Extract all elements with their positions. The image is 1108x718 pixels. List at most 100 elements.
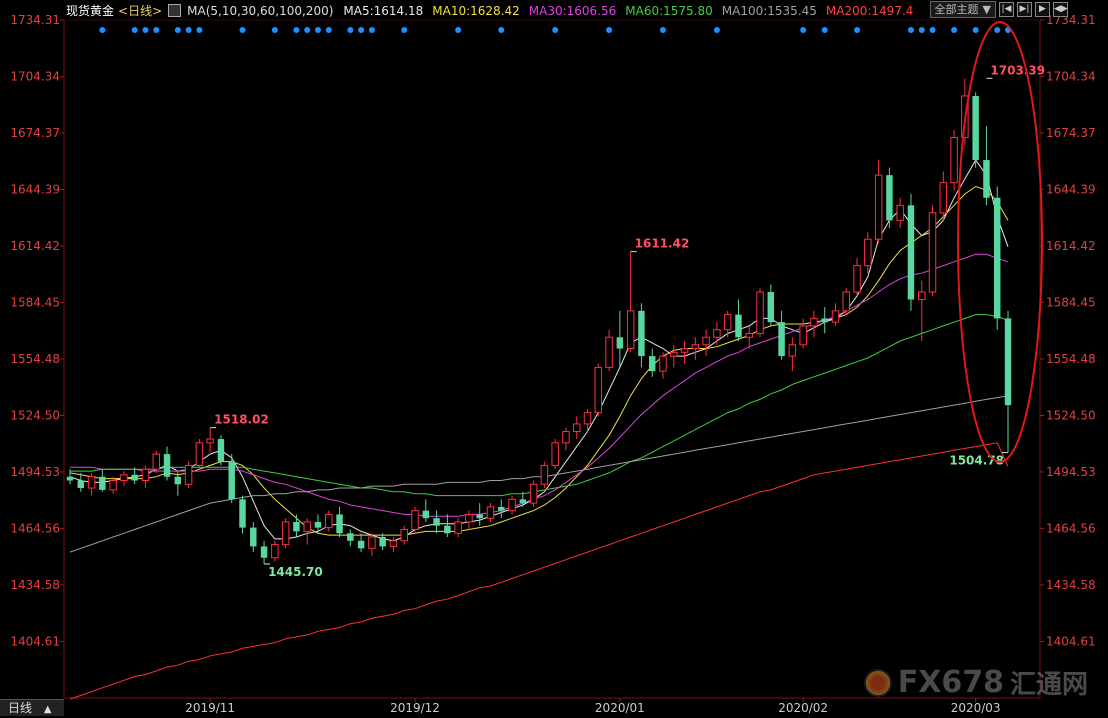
candle-body-down bbox=[778, 322, 785, 357]
candle-body-up bbox=[551, 442, 559, 466]
period-tag[interactable]: <日线> bbox=[118, 2, 162, 19]
candle-body-up bbox=[109, 479, 117, 491]
ma-settings-icon[interactable] bbox=[168, 4, 182, 17]
candle-body-up bbox=[389, 540, 398, 547]
y-tick-label-left: 1554.48 bbox=[10, 352, 60, 366]
candle-body-down bbox=[174, 476, 182, 485]
ma-value-3: MA60:1575.80 bbox=[625, 3, 713, 18]
event-dot bbox=[142, 27, 149, 33]
candle-body-up bbox=[529, 483, 538, 504]
chart-toolbar: 全部主题 ▼ |◀ ▶| ▶ ◀▶ bbox=[929, 1, 1068, 18]
event-dot bbox=[498, 27, 505, 33]
y-tick-label-left: 1584.45 bbox=[10, 295, 60, 309]
candle-body-up bbox=[303, 521, 311, 532]
candle-body-down bbox=[476, 514, 483, 519]
annotation-label: 1518.02 bbox=[214, 413, 269, 427]
ma-value-2: MA30:1606.56 bbox=[528, 3, 617, 18]
event-dot bbox=[368, 27, 375, 33]
y-tick-label-left: 1644.39 bbox=[10, 182, 60, 196]
annotation-label: 1611.42 bbox=[635, 237, 690, 251]
y-tick-label-right: 1584.45 bbox=[1046, 295, 1096, 309]
candle-body-down bbox=[767, 292, 775, 323]
candle-body-up bbox=[120, 474, 128, 481]
candle-body-up bbox=[486, 506, 495, 519]
chevron-up-icon: ▲ bbox=[43, 704, 52, 715]
annotation-label: 1703.39 bbox=[990, 63, 1045, 77]
event-dot bbox=[293, 27, 300, 33]
candle-body-down bbox=[379, 537, 386, 547]
candle-body-up bbox=[691, 344, 700, 350]
grid bbox=[63, 19, 1041, 699]
candle-body-up bbox=[605, 336, 613, 368]
y-tick-label-right: 1674.37 bbox=[1046, 126, 1096, 140]
y-tick-label-left: 1494.53 bbox=[10, 465, 60, 479]
chevron-down-icon: ▼ bbox=[982, 3, 991, 16]
candle-body-up bbox=[939, 182, 948, 214]
y-tick-label-left: 1524.50 bbox=[10, 408, 60, 422]
candle-body-up bbox=[271, 544, 279, 559]
y-tick-label-left: 1614.42 bbox=[10, 239, 60, 253]
x-tick-label: 2020/01 bbox=[595, 701, 645, 715]
candle-body-up bbox=[281, 521, 290, 546]
candlestick-chart[interactable]: 1734.31 1704.34 1674.37 1644.39 1614.42 1584.… bbox=[0, 0, 1108, 716]
y-tick-label-left: 1404.61 bbox=[10, 634, 60, 648]
event-dot bbox=[401, 27, 408, 33]
candle-body-up bbox=[195, 442, 204, 466]
candle-body-down bbox=[972, 95, 979, 161]
candle-body-down bbox=[239, 499, 246, 528]
event-dot bbox=[800, 27, 807, 33]
period-tab[interactable]: 日线 ▲ bbox=[0, 699, 64, 716]
candle-body-up bbox=[928, 212, 937, 293]
x-tick-label: 2020/03 bbox=[951, 701, 1001, 715]
candle-body-down bbox=[357, 540, 365, 549]
candle-body-down bbox=[983, 160, 990, 198]
fx678-logo-icon bbox=[863, 668, 892, 697]
candle-body-up bbox=[184, 464, 193, 485]
toolbar-button-2[interactable]: ▶| bbox=[1017, 2, 1032, 17]
event-dot bbox=[185, 27, 192, 33]
annotation-label: 1445.70 bbox=[268, 565, 323, 579]
toolbar-button-3[interactable]: ▶ bbox=[1035, 2, 1050, 17]
y-tick-label-right: 1554.48 bbox=[1046, 352, 1096, 366]
candle-body-up bbox=[508, 498, 516, 512]
candle-body-down bbox=[314, 521, 322, 528]
event-dots bbox=[99, 27, 1011, 33]
ma200-line bbox=[69, 442, 1009, 700]
theme-select[interactable]: 全部主题 ▼ bbox=[929, 1, 996, 18]
candle-body-down bbox=[821, 318, 828, 323]
candle-body-up bbox=[583, 412, 592, 425]
ma-value-1: MA10:1628.42 bbox=[432, 3, 520, 18]
candle-body-up bbox=[842, 291, 851, 312]
event-dot bbox=[659, 27, 666, 33]
candle-body-up bbox=[573, 423, 581, 432]
ma5-line bbox=[69, 159, 1009, 542]
ma-values: MA5:1614.18 MA10:1628.42 MA30:1606.56 MA60:… bbox=[343, 4, 913, 18]
candle-body-up bbox=[594, 366, 603, 414]
event-dot bbox=[552, 27, 559, 33]
candle-body-down bbox=[993, 197, 1001, 319]
ma60-line bbox=[70, 314, 1009, 497]
candle-body-down bbox=[422, 510, 430, 519]
candle-body-up bbox=[918, 291, 926, 301]
candle-body-up bbox=[465, 513, 473, 523]
ma-value-4: MA100:1535.45 bbox=[721, 3, 817, 18]
instrument-name[interactable]: 现货黄金 bbox=[66, 2, 114, 19]
event-dot bbox=[325, 27, 332, 33]
toolbar-button-4[interactable]: ◀▶ bbox=[1053, 2, 1068, 17]
x-tick-label: 2019/11 bbox=[185, 701, 235, 715]
toolbar-button-1[interactable]: |◀ bbox=[999, 2, 1014, 17]
event-dot bbox=[131, 27, 138, 33]
event-dot bbox=[951, 27, 958, 33]
candle-body-up bbox=[950, 136, 958, 184]
event-dot bbox=[271, 27, 278, 33]
candle-body-down bbox=[1004, 318, 1012, 406]
event-dot bbox=[304, 27, 311, 33]
event-dot bbox=[854, 27, 861, 33]
event-dot bbox=[174, 27, 181, 33]
y-tick-label-right: 1644.39 bbox=[1046, 182, 1096, 196]
candle-body-up bbox=[874, 174, 883, 240]
y-tick-label-right: 1494.53 bbox=[1046, 465, 1096, 479]
event-dot bbox=[713, 27, 720, 33]
y-tick-label-right: 1524.50 bbox=[1046, 408, 1096, 422]
chart-header: 现货黄金 <日线> MA(5,10,30,60,100,200) MA5:161… bbox=[66, 2, 913, 19]
